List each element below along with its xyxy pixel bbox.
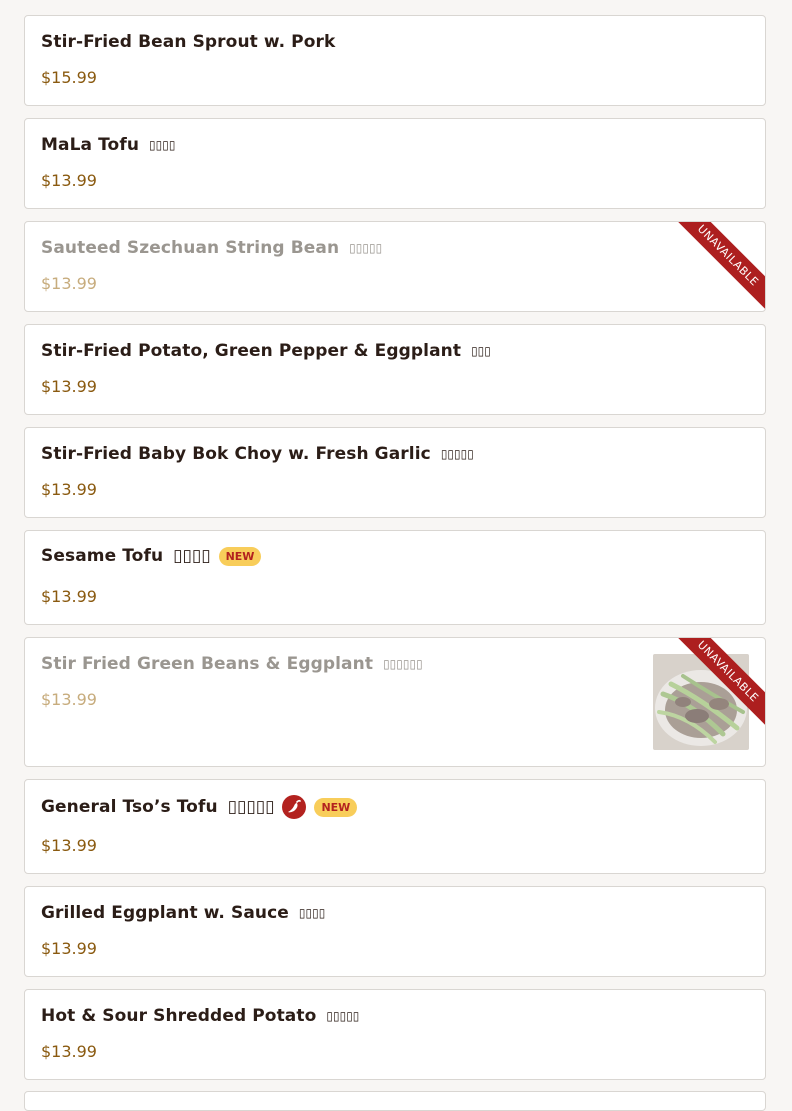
menu-item-name: Stir-Fried Bean Sprout w. Pork — [41, 32, 336, 52]
menu-item-card[interactable]: Sesame Tofu ▯▯▯▯ NEW $13.99 — [24, 530, 766, 625]
new-badge: NEW — [314, 797, 358, 817]
menu-item-name-row: Sesame Tofu ▯▯▯▯ NEW — [41, 546, 262, 566]
menu-item-chinese-name: ▯▯▯▯▯ — [440, 447, 474, 461]
new-badge: NEW — [218, 546, 262, 566]
menu-item-card[interactable]: Hot & Sour Shredded Potato ▯▯▯▯▯ $13.99 — [24, 989, 766, 1080]
unavailable-ribbon: UNAVAILABLE — [665, 222, 765, 311]
menu-item-name-row: Stir Fried Green Beans & Eggplant ▯▯▯▯▯▯ — [41, 654, 423, 674]
menu-item-card[interactable]: Grilled Eggplant w. Sauce ▯▯▯▯ $13.99 — [24, 886, 766, 977]
menu-item-card-unavailable[interactable]: Stir Fried Green Beans & Eggplant ▯▯▯▯▯▯… — [24, 637, 766, 767]
menu-item-card[interactable] — [24, 1091, 766, 1111]
menu-item-price: $13.99 — [41, 939, 97, 958]
menu-item-chinese-name: ▯▯▯▯▯ — [349, 241, 383, 255]
menu-item-price: $13.99 — [41, 587, 97, 606]
menu-item-card[interactable]: Stir-Fried Baby Bok Choy w. Fresh Garlic… — [24, 427, 766, 518]
menu-item-price: $15.99 — [41, 68, 97, 87]
menu-item-name: General Tso’s Tofu — [41, 797, 218, 817]
menu-item-card[interactable]: Stir-Fried Bean Sprout w. Pork $15.99 — [24, 15, 766, 106]
menu-item-name-row: General Tso’s Tofu ▯▯▯▯▯ NEW — [41, 795, 358, 819]
unavailable-ribbon-label: UNAVAILABLE — [666, 222, 765, 311]
menu-item-name-row: Stir-Fried Bean Sprout w. Pork — [41, 32, 335, 52]
menu-item-card-unavailable[interactable]: Sauteed Szechuan String Bean ▯▯▯▯▯ $13.9… — [24, 221, 766, 312]
menu-item-price: $13.99 — [41, 274, 97, 293]
menu-item-name: Hot & Sour Shredded Potato — [41, 1006, 317, 1026]
menu-item-card[interactable]: Stir-Fried Potato, Green Pepper & Eggpla… — [24, 324, 766, 415]
menu-item-chinese-name: ▯▯▯▯▯ — [227, 797, 275, 817]
menu-item-name: Stir-Fried Baby Bok Choy w. Fresh Garlic — [41, 444, 431, 464]
menu-item-price: $13.99 — [41, 836, 97, 855]
menu-item-chinese-name: ▯▯▯▯ — [149, 138, 176, 152]
menu-item-name: Stir-Fried Potato, Green Pepper & Eggpla… — [41, 341, 462, 361]
menu-item-name: Sesame Tofu — [41, 546, 164, 566]
menu-item-name-row: Hot & Sour Shredded Potato ▯▯▯▯▯ — [41, 1006, 359, 1026]
menu-item-card[interactable]: General Tso’s Tofu ▯▯▯▯▯ NEW $13.99 — [24, 779, 766, 874]
menu-item-name: Grilled Eggplant w. Sauce — [41, 903, 289, 923]
menu-item-name-row: Grilled Eggplant w. Sauce ▯▯▯▯ — [41, 903, 325, 923]
chili-pepper-graphic — [288, 799, 302, 813]
menu-item-name-row: Sauteed Szechuan String Bean ▯▯▯▯▯ — [41, 238, 382, 258]
menu-item-name: MaLa Tofu — [41, 135, 140, 155]
menu-item-name-row: Stir-Fried Potato, Green Pepper & Eggpla… — [41, 341, 491, 361]
menu-item-card[interactable]: MaLa Tofu ▯▯▯▯ $13.99 — [24, 118, 766, 209]
menu-item-chinese-name: ▯▯▯▯ — [173, 546, 211, 566]
menu-item-price: $13.99 — [41, 690, 97, 709]
menu-item-name-row: Stir-Fried Baby Bok Choy w. Fresh Garlic… — [41, 444, 474, 464]
menu-item-name: Stir Fried Green Beans & Eggplant — [41, 654, 374, 674]
menu-item-chinese-name: ▯▯▯▯ — [298, 906, 326, 920]
menu-item-chinese-name: ▯▯▯▯▯ — [326, 1009, 360, 1023]
chili-pepper-icon — [282, 795, 307, 819]
menu-item-chinese-name: ▯▯▯▯▯▯ — [383, 657, 423, 671]
menu-item-price: $13.99 — [41, 377, 97, 396]
menu-item-name: Sauteed Szechuan String Bean — [41, 238, 340, 258]
menu-item-price: $13.99 — [41, 171, 97, 190]
dish-photo-icon[interactable] — [653, 654, 749, 750]
menu-item-price: $13.99 — [41, 480, 97, 499]
menu-item-name-row: MaLa Tofu ▯▯▯▯ — [41, 135, 175, 155]
dish-photo-graphic — [653, 654, 749, 750]
menu-item-price: $13.99 — [41, 1042, 97, 1061]
menu-item-chinese-name: ▯▯▯ — [471, 344, 491, 358]
